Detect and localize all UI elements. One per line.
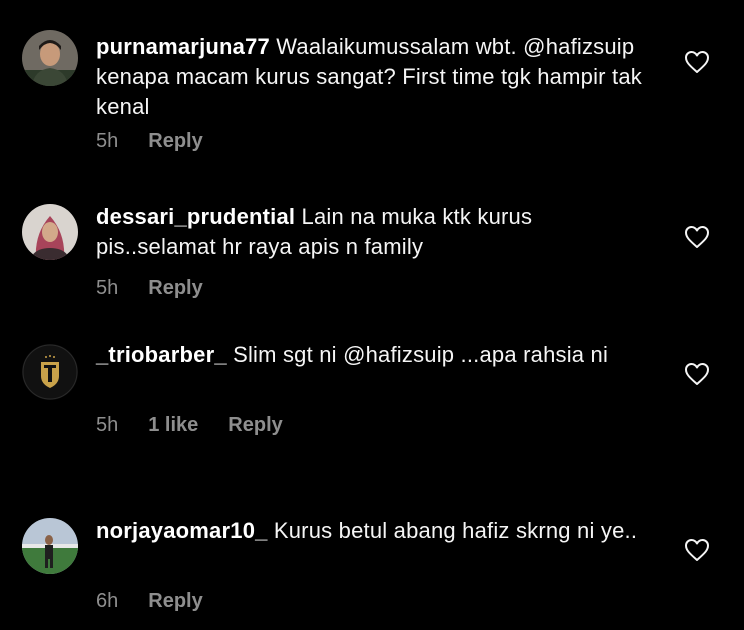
comment-timestamp: 5h <box>96 277 119 299</box>
avatar[interactable] <box>22 204 78 260</box>
reply-button[interactable]: Reply <box>148 130 202 153</box>
comment-body: Slim sgt ni @hafizsuip ...apa rahsia ni <box>233 342 609 367</box>
comment-text: _triobarber_ Slim sgt ni @hafizsuip ...a… <box>96 340 656 370</box>
avatar[interactable] <box>22 518 78 574</box>
avatar-woman-hijab-icon <box>22 204 78 260</box>
comment-timestamp: 6h <box>96 590 119 612</box>
comment-text: norjayaomar10_ Kurus betul abang hafiz s… <box>96 516 656 546</box>
reply-button[interactable]: Reply <box>148 590 202 613</box>
like-button[interactable] <box>684 50 710 74</box>
comment-username[interactable]: dessari_prudential <box>96 204 295 229</box>
like-button[interactable] <box>684 225 710 249</box>
reply-button[interactable]: Reply <box>148 277 202 300</box>
heart-outline-icon <box>685 226 709 248</box>
barber-logo-icon <box>22 344 78 400</box>
likes-count[interactable]: 1 like <box>148 414 198 437</box>
comment-body: Kurus betul abang hafiz skrng ni ye.. <box>273 518 638 543</box>
comment-meta: 5h Reply <box>96 277 203 300</box>
avatar[interactable] <box>22 30 78 86</box>
heart-outline-icon <box>685 539 709 561</box>
comment-meta: 5h 1 like Reply <box>96 414 283 437</box>
comment-timestamp: 5h <box>96 414 119 436</box>
heart-outline-icon <box>685 363 709 385</box>
reply-button[interactable]: Reply <box>228 414 282 437</box>
like-button[interactable] <box>684 362 710 386</box>
avatar-man-icon <box>22 30 78 86</box>
avatar-field-icon <box>22 518 78 574</box>
like-button[interactable] <box>684 538 710 562</box>
heart-outline-icon <box>685 51 709 73</box>
comment-text: purnamarjuna77 Waalaikumussalam wbt. @ha… <box>96 32 656 122</box>
comment-username[interactable]: purnamarjuna77 <box>96 34 270 59</box>
comment-meta: 5h Reply <box>96 130 203 153</box>
comment-meta: 6h Reply <box>96 590 203 613</box>
comment-username[interactable]: norjayaomar10_ <box>96 518 268 543</box>
comment-username[interactable]: _triobarber_ <box>96 342 227 367</box>
comment-timestamp: 5h <box>96 130 119 152</box>
avatar[interactable] <box>22 344 78 400</box>
comment-text: dessari_prudential Lain na muka ktk kuru… <box>96 202 656 262</box>
